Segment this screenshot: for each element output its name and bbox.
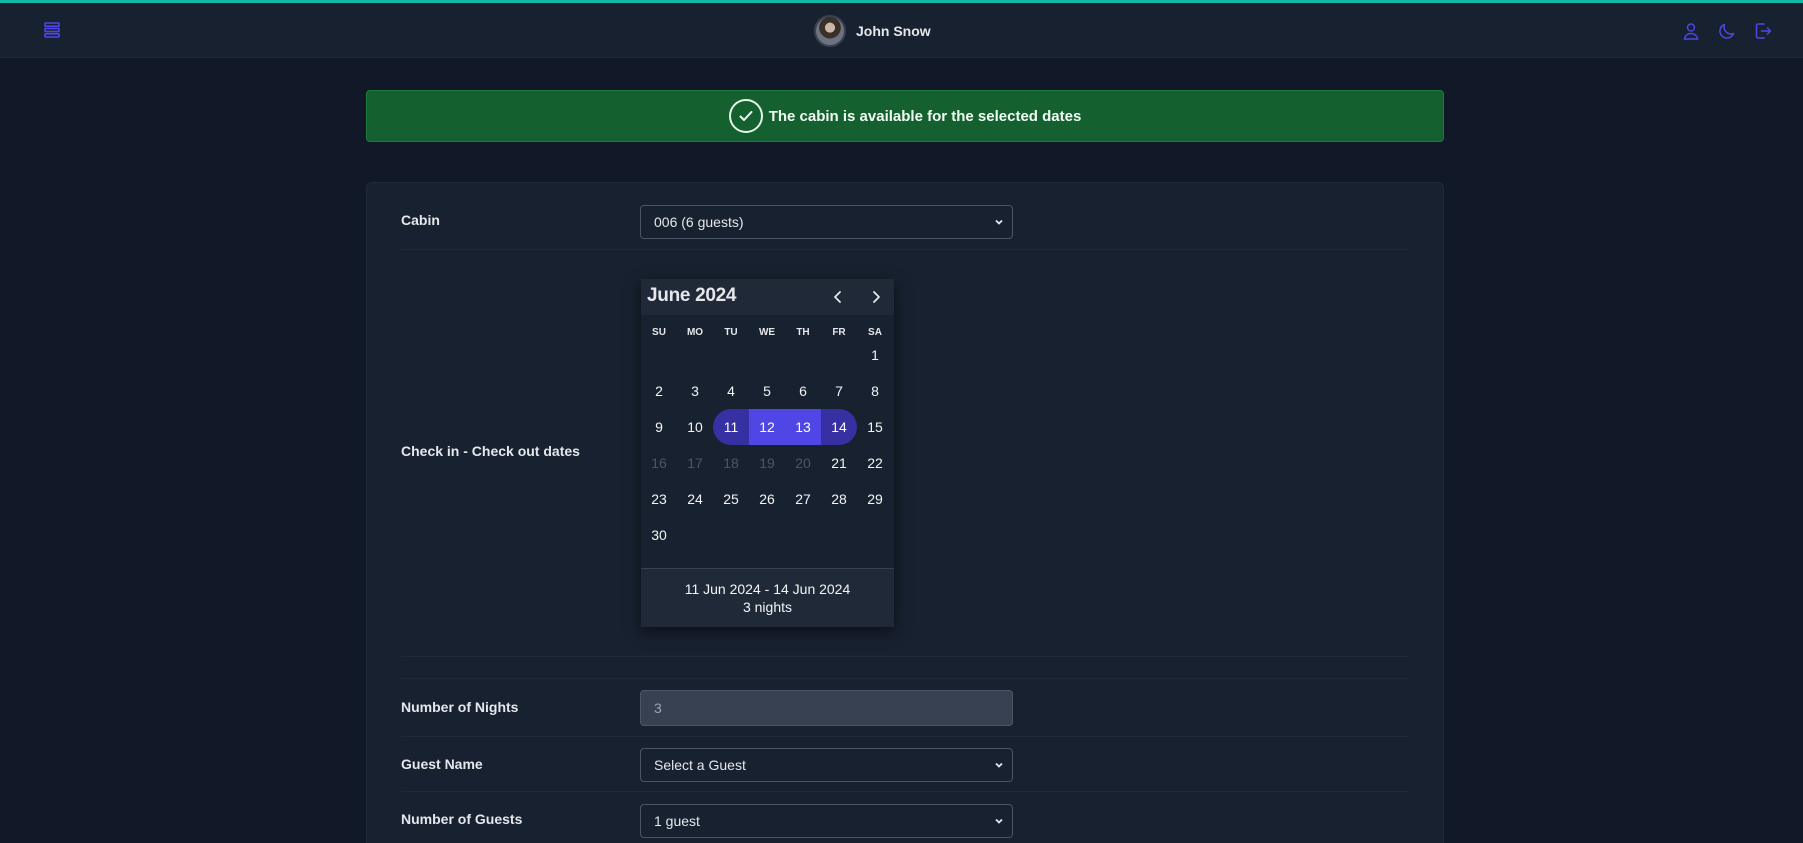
nights-label: Number of Nights	[401, 699, 519, 715]
calendar-day[interactable]: 4	[713, 373, 749, 409]
calendar-day[interactable]: 25	[713, 481, 749, 517]
weekday-header: TU	[724, 327, 738, 338]
guest-name-select[interactable]: Select a Guest	[640, 748, 1013, 782]
calendar-day[interactable]: 21	[821, 445, 857, 481]
chevron-down-icon	[995, 219, 1003, 225]
divider	[401, 249, 1409, 250]
divider	[401, 656, 1409, 657]
calendar-day[interactable]: 7	[821, 373, 857, 409]
cabin-label: Cabin	[401, 212, 440, 228]
calendar-day[interactable]: 28	[821, 481, 857, 517]
calendar-summary: 11 Jun 2024 - 14 Jun 2024 3 nights	[641, 568, 894, 627]
nights-input-value: 3	[654, 700, 662, 716]
guests-label: Number of Guests	[401, 811, 523, 827]
check-circle-icon	[728, 99, 763, 133]
weekday-header: WE	[758, 327, 776, 338]
calendar-day[interactable]: 23	[641, 481, 677, 517]
calendar-day[interactable]: 11	[713, 409, 749, 445]
guest-name-select-value: Select a Guest	[654, 757, 746, 773]
calendar-day[interactable]: 29	[857, 481, 893, 517]
selected-nights-text: 3 nights	[742, 599, 793, 615]
calendar-day[interactable]: 22	[857, 445, 893, 481]
divider	[401, 791, 1409, 792]
calendar-day[interactable]: 12	[749, 409, 785, 445]
guests-select-value: 1 guest	[654, 813, 700, 829]
guests-select[interactable]: 1 guest	[640, 804, 1013, 838]
weekday-header: TH	[796, 327, 810, 338]
logout-icon[interactable]	[1753, 21, 1773, 41]
calendar-day[interactable]: 14	[821, 409, 857, 445]
chevron-down-icon	[995, 762, 1003, 768]
moon-icon[interactable]	[1717, 21, 1737, 41]
calendar-day[interactable]: 15	[857, 409, 893, 445]
calendar-day: 16	[651, 455, 667, 471]
date-range-calendar[interactable]: June 2024 SU MO TU WE TH FR SA 1 2 3 4 5 6 7 8 9 10 11 12…	[641, 279, 894, 627]
calendar-day[interactable]: 8	[857, 373, 893, 409]
booking-form-card	[366, 182, 1444, 843]
calendar-day[interactable]: 3	[677, 373, 713, 409]
user-profile[interactable]: John Snow	[814, 15, 931, 47]
availability-banner: The cabin is available for the selected …	[366, 90, 1444, 142]
calendar-day[interactable]: 6	[785, 373, 821, 409]
calendar-day[interactable]: 10	[677, 409, 713, 445]
selected-range-text: 11 Jun 2024 - 14 Jun 2024	[684, 581, 851, 597]
calendar-day[interactable]: 24	[677, 481, 713, 517]
chevron-down-icon	[995, 818, 1003, 824]
next-month-icon[interactable]	[867, 288, 885, 306]
divider	[401, 736, 1409, 737]
calendar-day[interactable]: 1	[857, 337, 893, 373]
availability-message: The cabin is available for the selected …	[768, 107, 1082, 125]
guest-name-label: Guest Name	[401, 756, 483, 772]
calendar-month-title: June 2024	[647, 285, 737, 306]
calendar-day[interactable]: 13	[785, 409, 821, 445]
calendar-day[interactable]: 27	[785, 481, 821, 517]
user-name: John Snow	[856, 23, 931, 39]
avatar	[814, 15, 846, 47]
dates-label: Check in - Check out dates	[401, 443, 580, 459]
top-bar: John Snow	[0, 0, 1803, 58]
calendar-day: 19	[759, 455, 775, 471]
calendar-day[interactable]: 2	[641, 373, 677, 409]
previous-month-icon[interactable]	[829, 288, 847, 306]
calendar-day[interactable]: 26	[749, 481, 785, 517]
cabin-select-value: 006 (6 guests)	[654, 214, 744, 230]
divider	[401, 678, 1409, 679]
calendar-day[interactable]: 5	[749, 373, 785, 409]
calendar-day[interactable]: 30	[641, 517, 677, 553]
user-icon[interactable]	[1681, 21, 1701, 41]
calendar-day: 17	[687, 455, 703, 471]
menu-icon[interactable]	[42, 20, 62, 40]
nights-input: 3	[640, 690, 1013, 726]
calendar-day[interactable]: 9	[641, 409, 677, 445]
weekday-header: SU	[652, 327, 666, 338]
cabin-select[interactable]: 006 (6 guests)	[640, 205, 1013, 239]
calendar-day: 18	[723, 455, 739, 471]
calendar-day: 20	[795, 455, 811, 471]
calendar-header: June 2024	[641, 279, 894, 315]
weekday-header: MO	[686, 327, 704, 338]
weekday-header: FR	[832, 327, 846, 338]
